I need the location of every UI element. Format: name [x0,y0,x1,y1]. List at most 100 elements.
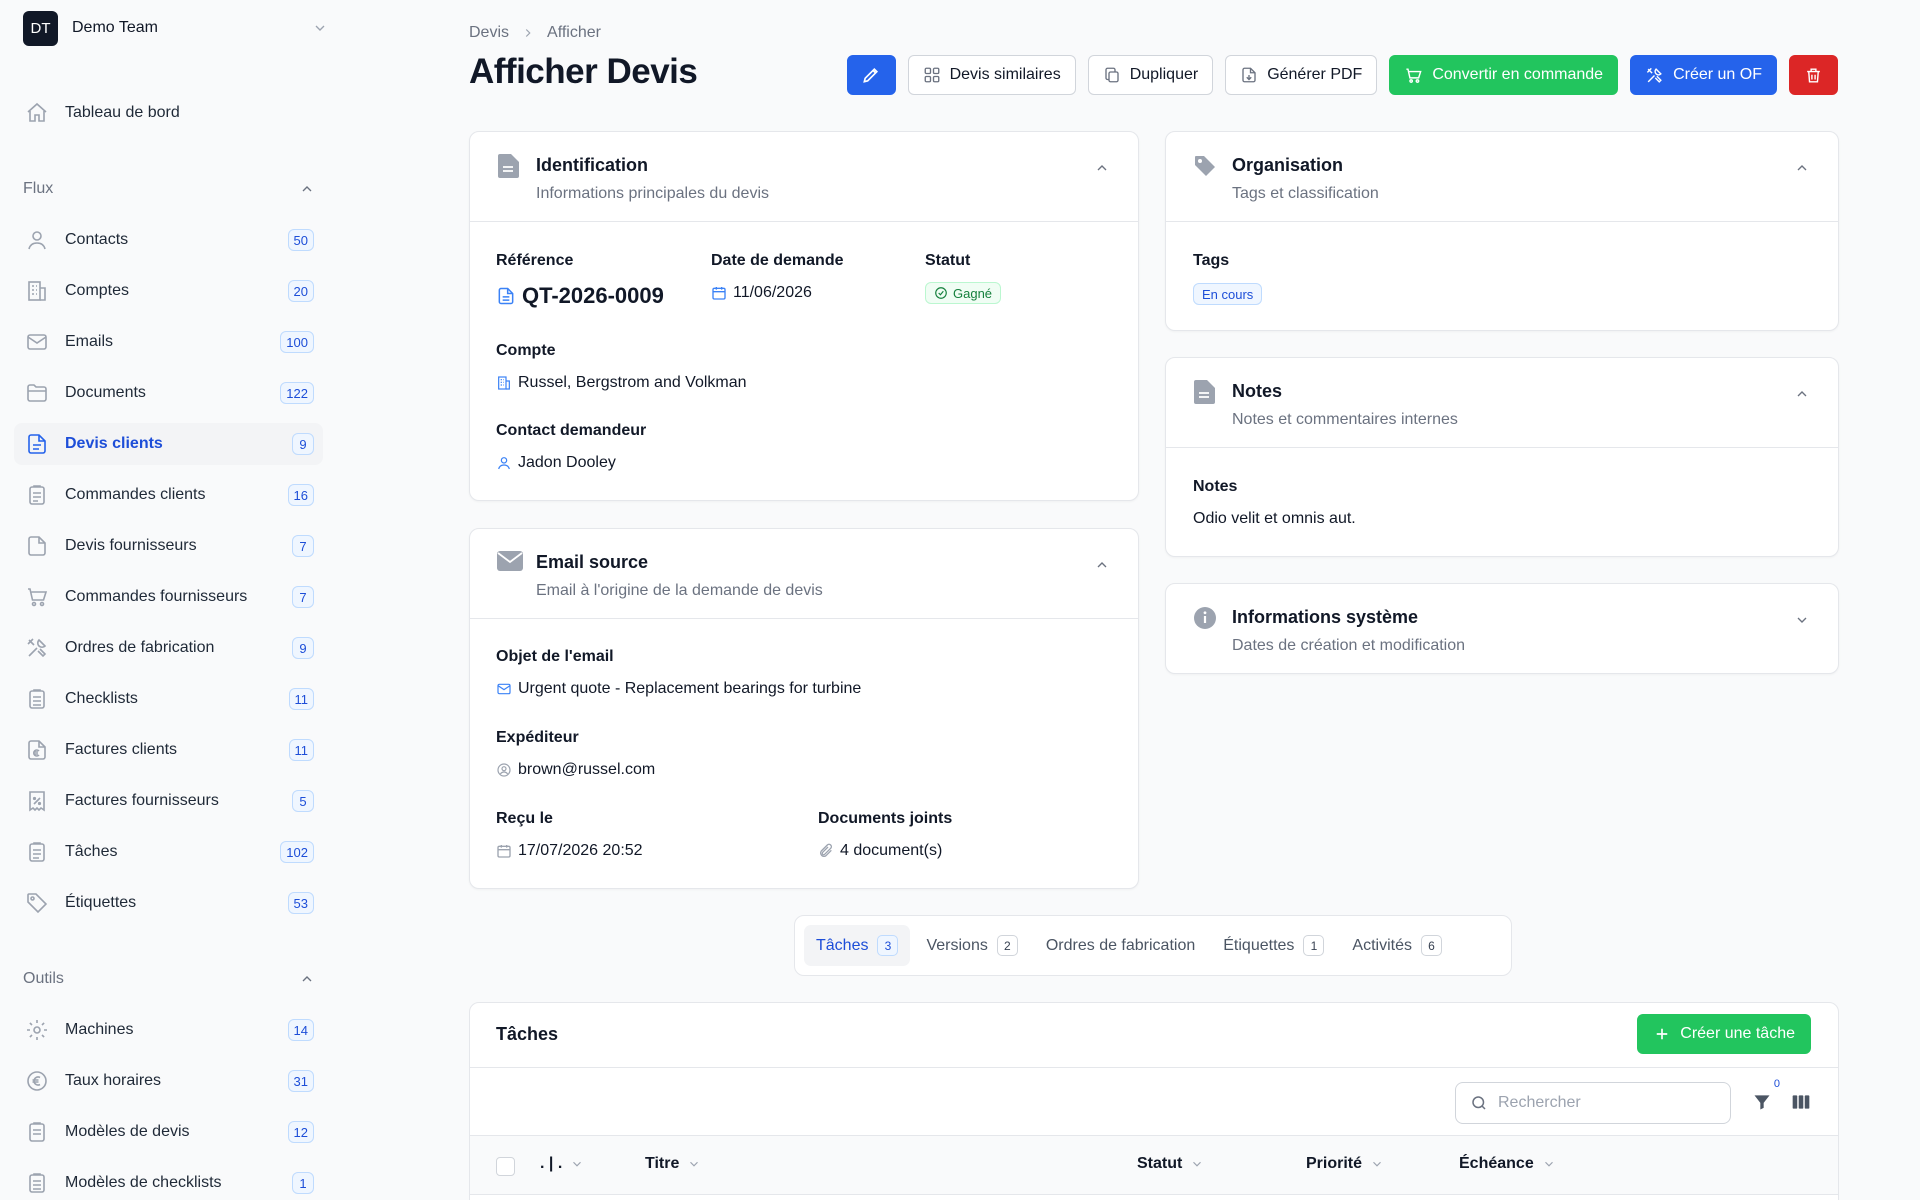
tab-ordres-de-fabrication[interactable]: Ordres de fabrication [1034,925,1207,966]
column-priority-label: Priorité [1306,1155,1363,1172]
chevron-up-icon[interactable] [1794,386,1810,402]
sidebar-item-dashboard[interactable]: Tableau de bord [14,92,323,134]
convert-label: Convertir en commande [1432,66,1604,83]
count-badge: 102 [280,841,314,863]
create-task-button[interactable]: Créer une tâche [1637,1014,1811,1054]
sidebar-item-checklists[interactable]: Checklists 11 [14,678,323,720]
cog-icon [24,1017,50,1043]
sidebar-item-label: Étiquettes [65,894,137,911]
nav-group-title: Outils [23,970,64,987]
sidebar-item-documents[interactable]: Documents 122 [14,372,323,414]
sidebar-item-contacts[interactable]: Contacts 50 [14,219,323,261]
count-badge: 7 [292,535,314,557]
similar-quotes-button[interactable]: Devis similaires [907,55,1076,95]
chevron-down-icon[interactable] [1794,612,1810,628]
sidebar-item-emails[interactable]: Emails 100 [14,321,323,363]
edit-button[interactable] [846,55,896,95]
document-text-icon [24,431,50,457]
card-title: Organisation [1232,155,1344,175]
notes-label: Notes [1193,478,1238,495]
tab-versions[interactable]: Versions 2 [914,925,1029,966]
card-header[interactable]: Informations système Dates de création e… [1166,584,1838,674]
nav-group-outils[interactable]: Outils [23,970,315,988]
receipt-percent-icon [24,788,50,814]
team-switcher[interactable]: DT Demo Team [23,10,328,46]
nav-group-flux[interactable]: Flux [23,180,315,198]
request-date-text: 11/06/2026 [733,284,812,301]
sidebar-item-mod-les-de-devis[interactable]: Modèles de devis 12 [14,1111,323,1153]
tools-icon [24,635,50,661]
sidebar-item-factures-fournisseurs[interactable]: Factures fournisseurs 5 [14,780,323,822]
sidebar-item-mod-les-de-checklists[interactable]: Modèles de checklists 1 [14,1162,323,1200]
notes-value: Odio velit et omnis aut. [1193,510,1356,527]
chevron-down-icon [1190,1157,1204,1171]
sidebar-item-taux-horaires[interactable]: Taux horaires 31 [14,1060,323,1102]
chevron-down-icon [312,20,328,36]
tab-activit-s[interactable]: Activités 6 [1340,925,1454,966]
sidebar-item-devis-clients[interactable]: Devis clients 9 [14,423,323,465]
tab--tiquettes[interactable]: Étiquettes 1 [1211,925,1336,966]
create-of-button[interactable]: Créer un OF [1630,55,1777,95]
contact-text: Jadon Dooley [518,454,616,471]
card-title: Informations système [1232,607,1419,627]
tab-label: Étiquettes [1223,936,1295,954]
breadcrumb-parent[interactable]: Devis [469,24,509,42]
chevron-up-icon[interactable] [1794,160,1810,176]
column-due-date[interactable]: Échéance [1459,1155,1556,1173]
tab-t-ches[interactable]: Tâches 3 [804,925,911,966]
sidebar-item-label: Devis fournisseurs [65,537,197,554]
delete-button[interactable] [1789,55,1838,95]
tasks-icon [24,839,50,865]
request-date-value: 11/06/2026 [711,284,812,302]
sidebar-item-comptes[interactable]: Comptes 20 [14,270,323,312]
column-title[interactable]: Titre [645,1155,701,1173]
check-circle-icon [934,286,948,300]
column-drag[interactable]: . | . [540,1155,584,1173]
sidebar-item-commandes-fournisseurs[interactable]: Commandes fournisseurs 7 [14,576,323,618]
euro-icon [24,1068,50,1094]
relations-tabs: Tâches 3 Versions 2 Ordres de fabrication Éti… [794,915,1512,976]
generate-pdf-button[interactable]: Générer PDF [1225,55,1378,95]
filter-icon[interactable] [1752,1092,1772,1112]
search-field[interactable] [1455,1082,1731,1124]
chevron-up-icon[interactable] [1094,557,1110,573]
user-circle-icon [496,762,512,778]
tags-label: Tags [1193,252,1230,269]
email-subject-value[interactable]: Urgent quote - Replacement bearings for … [496,680,861,698]
sidebar-item-label: Factures clients [65,741,178,758]
account-value[interactable]: Russel, Bergstrom and Volkman [496,374,747,392]
card-subtitle: Notes et commentaires internes [1232,411,1458,428]
duplicate-button[interactable]: Dupliquer [1087,55,1214,95]
attachments-value[interactable]: 4 document(s) [818,842,942,860]
sidebar-item-commandes-clients[interactable]: Commandes clients 16 [14,474,323,516]
contact-label: Contact demandeur [496,422,647,439]
status-badge: Gagné [925,282,1002,304]
received-label: Reçu le [496,810,553,827]
chevron-up-icon[interactable] [1094,160,1110,176]
sidebar-item-machines[interactable]: Machines 14 [14,1009,323,1051]
count-badge: 100 [280,331,314,353]
sidebar-item-devis-fournisseurs[interactable]: Devis fournisseurs 7 [14,525,323,567]
columns-icon[interactable] [1791,1092,1811,1112]
search-input[interactable] [1498,1094,1698,1112]
user-icon [496,455,512,471]
copy-icon [1103,66,1121,84]
sidebar-item-factures-clients[interactable]: Factures clients 11 [14,729,323,771]
column-priority[interactable]: Priorité [1306,1155,1384,1173]
tag-badge[interactable]: En cours [1193,283,1263,305]
column-status[interactable]: Statut [1137,1155,1204,1173]
sidebar-item-t-ches[interactable]: Tâches 102 [14,831,323,873]
count-badge: 31 [287,1070,314,1092]
table-toolbar: 0 [470,1067,1838,1135]
sidebar-item-ordres-de-fabrication[interactable]: Ordres de fabrication 9 [14,627,323,669]
convert-to-order-button[interactable]: Convertir en commande [1389,55,1619,95]
checklist-template-icon [24,1170,50,1196]
select-all-checkbox[interactable] [496,1157,515,1176]
sidebar-item--tiquettes[interactable]: Étiquettes 53 [14,882,323,924]
received-text: 17/07/2026 20:52 [518,842,643,859]
sidebar-item-label: Modèles de devis [65,1123,190,1140]
contact-value[interactable]: Jadon Dooley [496,454,616,472]
received-value: 17/07/2026 20:52 [496,842,643,860]
template-icon [24,1119,50,1145]
count-badge: 11 [288,688,314,710]
